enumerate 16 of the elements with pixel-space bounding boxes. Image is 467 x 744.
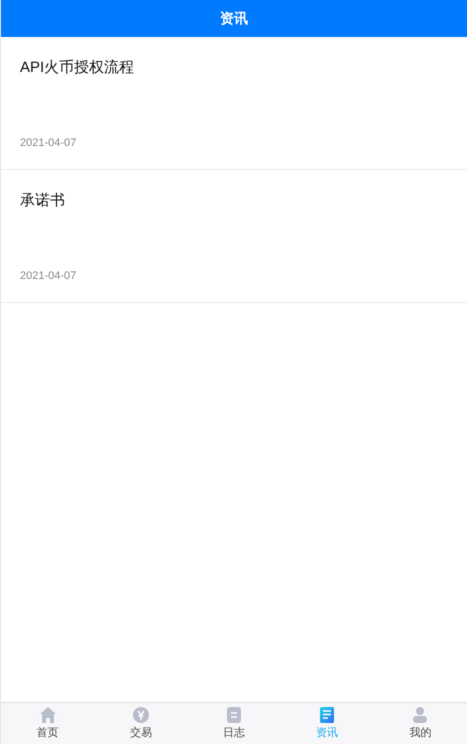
news-list-icon [318,706,336,724]
article-date: 2021-04-07 [20,136,78,150]
tab-item[interactable]: 我的 [374,703,467,744]
article-title: API火币授权流程 [20,58,136,78]
article-item[interactable]: API火币授权流程 2021-04-07 [1,37,467,170]
page-title: 资讯 [220,9,248,28]
tab-item[interactable]: 日志 [187,703,281,744]
article-date: 2021-04-07 [20,268,78,284]
document-icon [225,706,243,724]
tab-item[interactable]: 交易 [94,703,188,744]
article-title: 承诺书 [20,191,66,211]
person-icon [411,706,430,724]
tab-item[interactable]: 首页 [1,703,94,744]
yen-coin-icon [132,706,150,724]
article-item[interactable]: 承诺书 2021-04-07 [1,170,467,303]
home-icon [38,706,57,724]
